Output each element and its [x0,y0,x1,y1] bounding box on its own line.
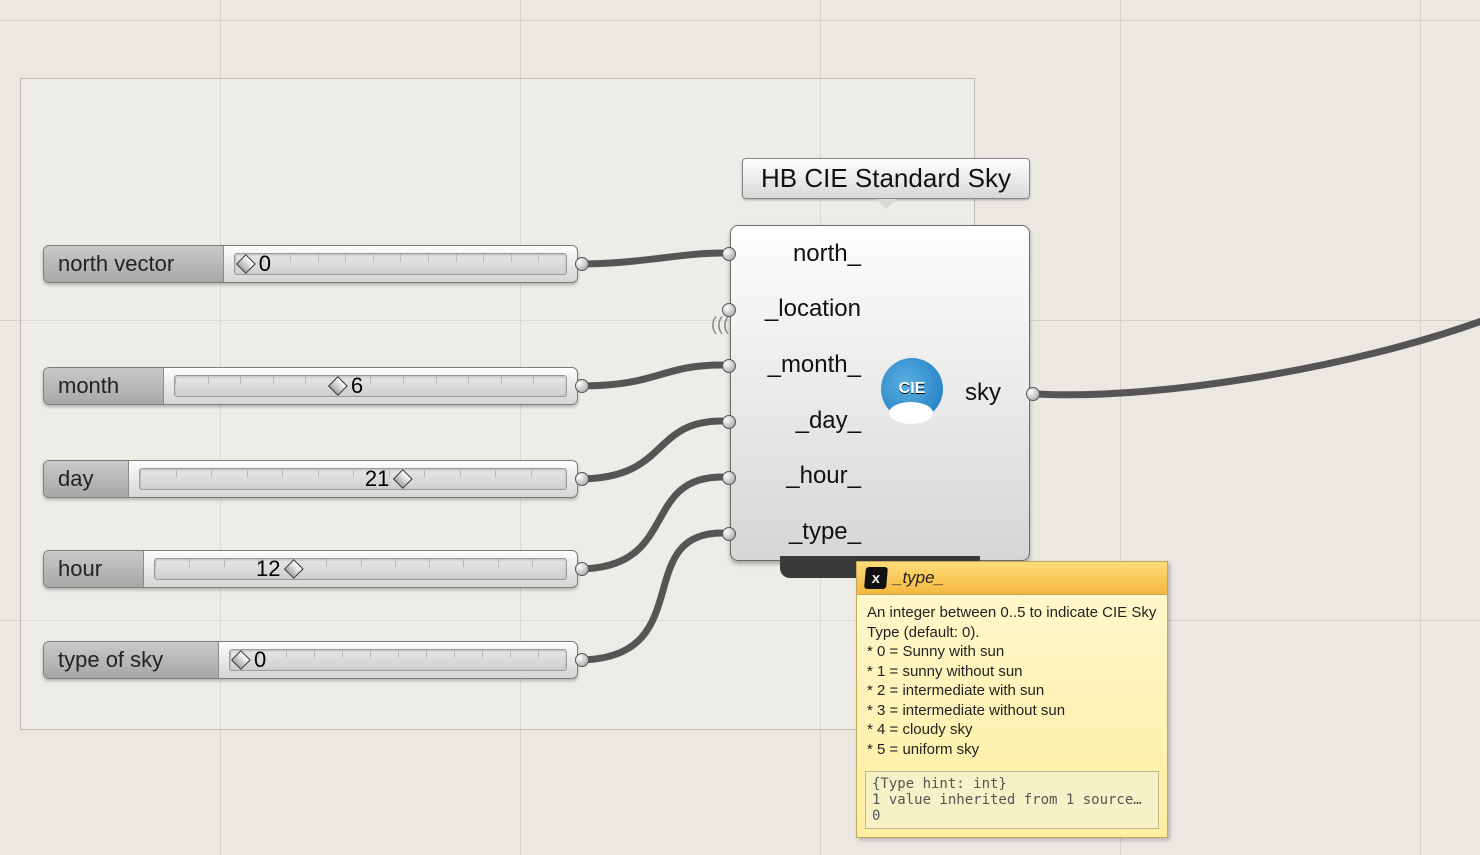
port-in-north[interactable] [722,247,736,261]
slider-knob[interactable]: 21 [365,466,409,492]
component-hb-cie-standard-sky[interactable]: ((( north_ _location _month_ _day_ _hour… [730,225,1030,561]
slider-label: hour [44,551,144,587]
tooltip-header: x _type_ [857,562,1167,595]
slider-output-port[interactable] [575,379,589,393]
slider-day[interactable]: day 21 [43,460,578,498]
port-in-hour[interactable] [722,471,736,485]
slider-label: type of sky [44,642,219,678]
slider-type-of-sky[interactable]: type of sky 0 [43,641,578,679]
slider-hour[interactable]: hour 12 [43,550,578,588]
input-day[interactable]: _day_ [751,407,861,435]
port-out-sky[interactable] [1026,387,1040,401]
slider-knob[interactable]: 6 [331,373,363,399]
tooltip-title: _type_ [893,568,944,588]
tooltip-line: An integer between 0..5 to indicate CIE … [867,603,1157,642]
slider-output-port[interactable] [575,472,589,486]
slider-label: day [44,461,129,497]
type-input-tooltip: x _type_ An integer between 0..5 to indi… [856,561,1168,838]
tooltip-line: * 3 = intermediate without sun [867,701,1157,721]
tooltip-line: * 1 = sunny without sun [867,662,1157,682]
input-location[interactable]: _location [751,295,861,323]
slider-track[interactable]: 6 [174,375,567,397]
input-north[interactable]: north_ [751,240,861,268]
input-hour[interactable]: _hour_ [751,462,861,490]
slider-output-port[interactable] [575,257,589,271]
port-in-month[interactable] [722,359,736,373]
slider-track[interactable]: 0 [234,253,567,275]
slider-track[interactable]: 12 [154,558,567,580]
port-in-type[interactable] [722,527,736,541]
input-type[interactable]: _type_ [751,518,861,546]
component-title-label: HB CIE Standard Sky [742,158,1030,199]
tooltip-body: An integer between 0..5 to indicate CIE … [857,595,1167,767]
slider-knob[interactable]: 12 [256,556,300,582]
slider-month[interactable]: month 6 [43,367,578,405]
slider-track[interactable]: 21 [139,468,567,490]
slider-output-port[interactable] [575,653,589,667]
volatile-indicator-icon: ((( [711,314,729,335]
output-sky[interactable]: sky [965,379,1001,407]
component-input-column: north_ _location _month_ _day_ _hour_ _t… [751,226,861,560]
slider-label: north vector [44,246,224,282]
port-in-location[interactable] [722,303,736,317]
slider-knob[interactable]: 0 [239,251,271,277]
tooltip-line: * 2 = intermediate with sun [867,681,1157,701]
tooltip-footer: {Type hint: int} 1 value inherited from … [865,771,1159,829]
tooltip-line: * 4 = cloudy sky [867,720,1157,740]
slider-track[interactable]: 0 [229,649,567,671]
slider-knob[interactable]: 0 [234,647,266,673]
port-in-day[interactable] [722,415,736,429]
slider-output-port[interactable] [575,562,589,576]
tooltip-line: * 5 = uniform sky [867,740,1157,760]
cie-sky-icon: CIE [881,358,943,420]
input-month[interactable]: _month_ [751,351,861,379]
slider-label: month [44,368,164,404]
slider-north-vector[interactable]: north vector 0 [43,245,578,283]
component-output-column: sky [965,226,1001,560]
script-var-icon: x [864,567,888,589]
tooltip-line: * 0 = Sunny with sun [867,642,1157,662]
